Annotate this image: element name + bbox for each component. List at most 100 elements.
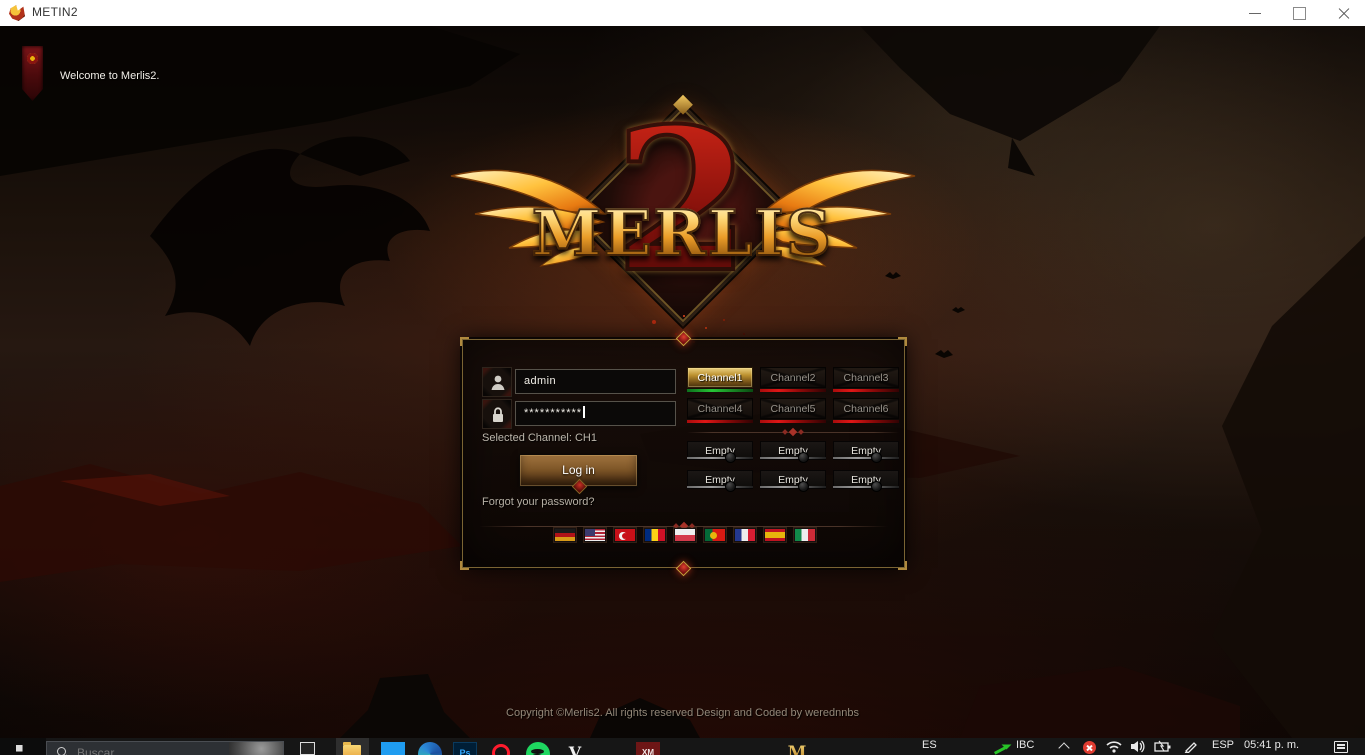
server-load-knob [871,481,882,492]
panel-corner-ornament [460,337,469,346]
server-load-knob [798,452,809,463]
channel-status-bar-green [687,389,753,392]
username-input[interactable]: admin [515,369,676,394]
server-load-track [833,486,899,488]
search-icon [57,747,66,755]
metin2-client-icon[interactable]: M [785,742,809,755]
password-input[interactable]: *********** [515,401,676,426]
server-load-knob [798,481,809,492]
server-load-track [760,486,826,488]
search-input[interactable] [77,742,217,755]
pen-input-icon[interactable] [1184,740,1198,753]
action-center-icon[interactable] [1334,741,1348,753]
windows-logo-icon [16,745,30,755]
minimize-button[interactable] [1233,0,1277,26]
battery-icon[interactable] [1154,740,1172,753]
search-box-image [229,742,283,755]
window-title: METIN2 [32,5,78,19]
game-logo: 2 MERLIS [0,110,1365,350]
user-icon [490,374,506,392]
vegas-icon[interactable]: V [563,742,587,755]
tray-red-badge-icon[interactable] [1083,741,1096,754]
opera-browser-icon[interactable] [492,744,510,755]
game-screen: Welcome to Merlis2. 2 MERLIS [0,26,1365,738]
input-language-indicator[interactable]: ESP [1212,738,1234,755]
channel-status-bar-red [687,420,753,423]
server-load-knob [725,481,736,492]
flag-romania-icon[interactable] [644,528,666,542]
divider-ornament-icon [783,429,803,435]
xampp-icon[interactable]: XM [636,742,660,755]
maximize-button[interactable] [1277,0,1321,26]
password-icon-box [482,399,512,429]
channel-label: Channel3 [844,372,889,384]
username-icon-box [482,367,512,397]
flag-spain-icon[interactable] [764,528,786,542]
app-icon [9,5,25,21]
task-view-button[interactable] [300,742,315,755]
channel-label: Channel6 [844,403,889,415]
flag-france-icon[interactable] [734,528,756,542]
language-flags-row [463,528,906,542]
copyright-text: Copyright ©Merlis2. All rights reserved … [0,707,1365,719]
tray-expand-chevron-icon[interactable] [1058,742,1069,753]
lock-icon [490,406,506,424]
photoshop-icon[interactable]: Ps [453,742,477,755]
logo-sparks [683,315,685,317]
channel-status-bar-red [833,389,899,392]
channel-label: Channel1 [698,372,743,384]
ornament-divider [479,526,888,527]
username-value: admin [524,375,556,387]
taskbar-search-box[interactable] [46,741,284,755]
clock[interactable]: 05:41 p. m. [1244,738,1299,755]
channel-button-3[interactable]: Channel3 [833,367,899,388]
password-masked-value: *********** [524,407,582,419]
channel-button-2[interactable]: Channel2 [760,367,826,388]
vscode-icon[interactable] [381,742,405,755]
ticker-text: IBC [1016,738,1034,755]
start-button[interactable] [0,738,46,755]
login-button-label: Log in [562,463,595,477]
server-load-track [760,457,826,459]
forgot-password-link[interactable]: Forgot your password? [482,496,595,508]
channel-button-5[interactable]: Channel5 [760,398,826,419]
server-load-knob [725,452,736,463]
channel-button-4[interactable]: Channel4 [687,398,753,419]
channel-status-bar-red [760,389,826,392]
flag-portugal-icon[interactable] [704,528,726,542]
channel-status-bar-red [760,420,826,423]
server-load-track [687,457,753,459]
window-titlebar: METIN2 [0,0,1365,26]
close-button[interactable] [1321,0,1365,26]
wifi-icon[interactable] [1106,740,1122,753]
server-slot-grid: Empty Empty Empty Empty Empty Empty [687,441,899,488]
channel-status-bar-red [833,420,899,423]
flag-turkey-icon[interactable] [614,528,636,542]
logo-wordmark: MERLIS [532,196,833,270]
panel-corner-ornament [460,561,469,570]
edge-browser-icon[interactable] [418,742,442,755]
channel-button-6[interactable]: Channel6 [833,398,899,419]
volume-icon[interactable] [1130,740,1146,753]
panel-corner-ornament [898,561,907,570]
channel-column: Channel1 Channel2 Channel3 Channel4 Chan… [687,367,899,488]
channel-button-1[interactable]: Channel1 [687,367,753,388]
text-caret [583,406,585,418]
spotify-icon[interactable] [526,742,550,755]
welcome-message: Welcome to Merlis2. [60,70,159,82]
server-load-knob [871,452,882,463]
file-explorer-icon[interactable] [340,742,364,755]
channel-label: Channel4 [698,403,743,415]
flag-germany-icon[interactable] [554,528,576,542]
trading-app-icon[interactable] [994,741,1010,755]
flag-usa-icon[interactable] [584,528,606,542]
channel-label: Channel5 [771,403,816,415]
server-load-track [833,457,899,459]
panel-corner-ornament [898,337,907,346]
ornament-divider [687,432,899,433]
flag-poland-icon[interactable] [674,528,696,542]
game-language-indicator: ES [922,738,937,755]
channel-grid: Channel1 Channel2 Channel3 Channel4 Chan… [687,367,899,423]
login-button[interactable]: Log in [519,454,638,487]
flag-italy-icon[interactable] [794,528,816,542]
